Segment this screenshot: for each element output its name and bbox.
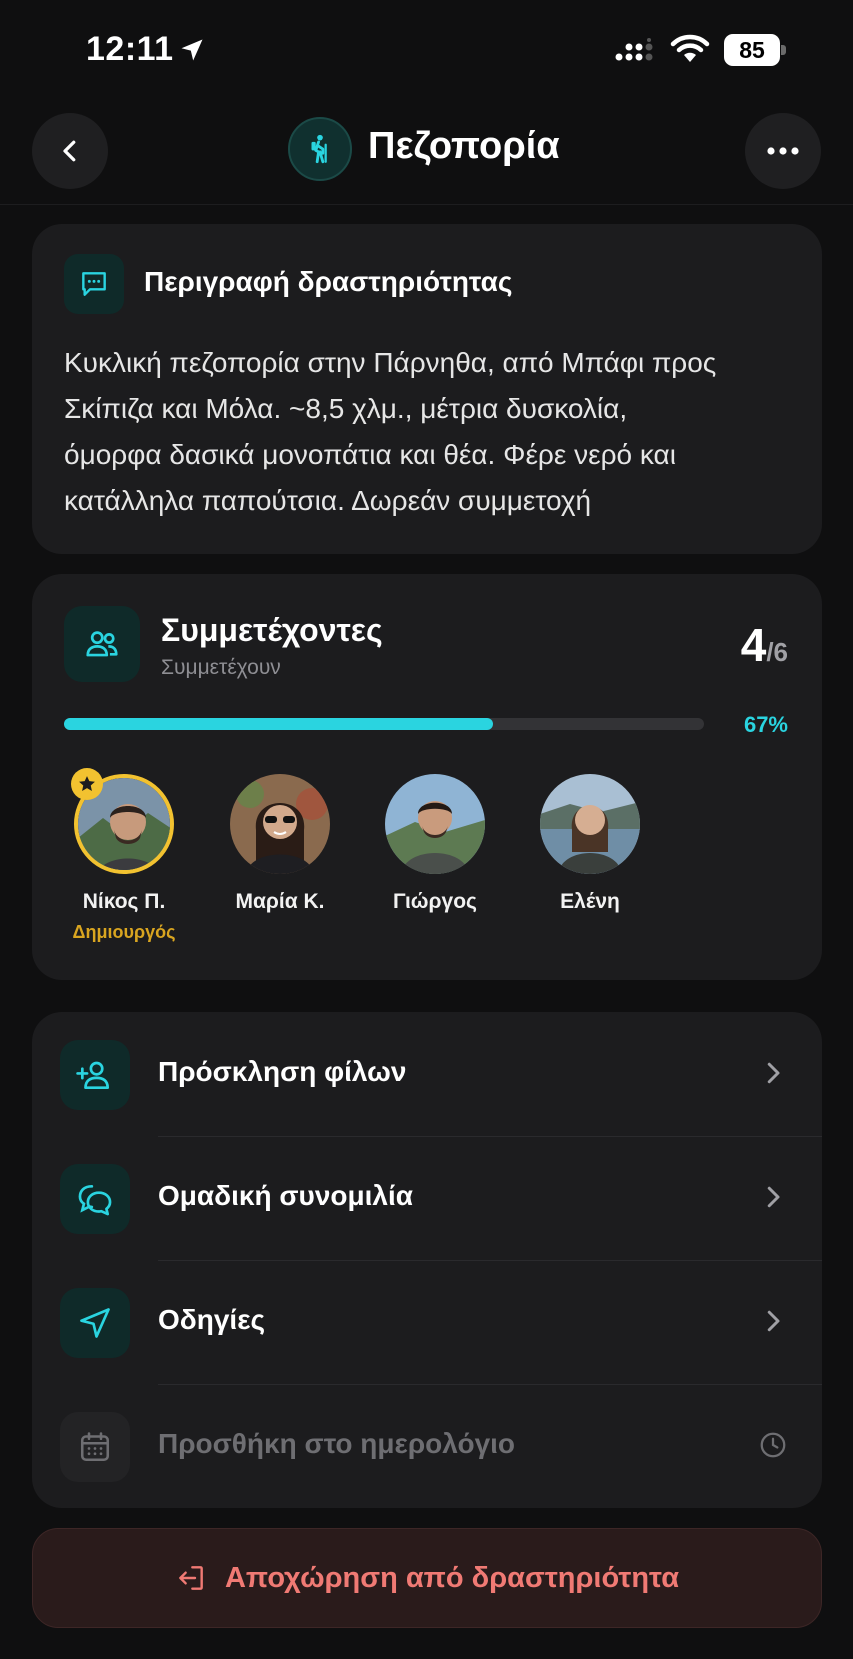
chevron-right-icon: [767, 1062, 780, 1084]
participant-count: 4/6: [741, 618, 788, 672]
status-time: 12:11: [86, 30, 174, 68]
description-line: κατάλληλα παπούτσια. Δωρεάν συμμετοχή: [64, 485, 592, 516]
member-item[interactable]: Μαρία Κ.: [210, 774, 350, 914]
member-item[interactable]: Νίκος Π. Δημιουργός: [54, 774, 194, 943]
status-bar: 12:11 85: [0, 0, 853, 100]
chevron-right-icon: [767, 1186, 780, 1208]
host-star-icon: [71, 768, 103, 800]
directions-icon-box: [60, 1288, 130, 1358]
avatar: [230, 774, 330, 874]
battery-level: 85: [724, 34, 780, 66]
participants-title: Συμμετέχοντες: [161, 612, 383, 648]
member-name: Ελένη: [560, 890, 620, 913]
battery-indicator: 85: [724, 34, 786, 66]
chat-icon-box: [60, 1164, 130, 1234]
activity-icon-badge: [288, 117, 352, 181]
member-name: Γιώργος: [393, 890, 477, 913]
leave-activity-label: Αποχώρηση από δραστηριότητα: [224, 1561, 680, 1594]
description-line: Σκίπιζα και Μόλα. ~8,5 χλμ., μέτρια δυσκ…: [64, 393, 628, 424]
chat-bubbles-icon: [78, 1184, 112, 1216]
directions-label: Οδηγίες: [158, 1304, 266, 1335]
description-line: Κυκλική πεζοπορία στην Πάρνηθα, από Μπάφ…: [64, 347, 717, 378]
description-card: Περιγραφή δραστηριότητας Κυκλική πεζοπορ…: [32, 224, 822, 554]
nav-header: Πεζοπορία: [0, 105, 853, 205]
message-icon: [82, 272, 106, 296]
add-to-calendar-label: Προσθήκη στο ημερολόγιο: [158, 1428, 516, 1459]
back-button[interactable]: [32, 113, 108, 189]
chevron-right-icon: [767, 1310, 780, 1332]
avatar: [385, 774, 485, 874]
participants-subtitle: Συμμετέχουν: [161, 656, 281, 679]
group-chat-row[interactable]: Ομαδική συνομιλία: [32, 1136, 822, 1260]
directions-row[interactable]: Οδηγίες: [32, 1260, 822, 1384]
more-dots-icon: [767, 147, 799, 155]
actions-card: Πρόσκληση φίλων Ομαδική συνομιλία Οδηγίε…: [32, 1012, 822, 1508]
description-text: Κυκλική πεζοπορία στην Πάρνηθα, από Μπάφ…: [64, 340, 794, 524]
location-arrow-icon: [181, 39, 203, 61]
invite-friends-row[interactable]: Πρόσκληση φίλων: [32, 1012, 822, 1136]
participants-percent: 67%: [743, 712, 788, 737]
cellular-signal-icon: [615, 38, 653, 61]
invite-icon-box: [60, 1040, 130, 1110]
add-to-calendar-row: Προσθήκη στο ημερολόγιο: [32, 1384, 822, 1508]
hiking-icon: [311, 134, 327, 164]
participants-card: Συμμετέχοντες Συμμετέχουν 4/6 67% Νίκος …: [32, 574, 822, 980]
exit-icon: [179, 1566, 203, 1590]
description-title: Περιγραφή δραστηριότητας: [144, 266, 513, 297]
participants-progress-bar: [64, 718, 704, 730]
member-name: Νίκος Π.: [82, 890, 166, 913]
wifi-icon: [670, 34, 710, 62]
calendar-icon-box: [60, 1412, 130, 1482]
navigation-arrow-icon: [80, 1308, 110, 1338]
calendar-icon: [80, 1432, 110, 1462]
participants-progress-fill: [64, 718, 493, 730]
member-item[interactable]: Γιώργος: [365, 774, 505, 914]
member-name: Μαρία Κ.: [235, 890, 325, 913]
participant-count-total: /6: [766, 637, 788, 667]
page-title: Πεζοπορία: [368, 125, 560, 167]
leave-activity-button[interactable]: Αποχώρηση από δραστηριότητα: [32, 1528, 822, 1628]
description-line: όμορφα δασικά μονοπάτια και θέα. Φέρε νε…: [64, 439, 676, 470]
avatar: [540, 774, 640, 874]
battery-tip: [781, 45, 786, 55]
participant-count-current: 4: [740, 619, 767, 671]
member-item[interactable]: Ελένη: [520, 774, 660, 914]
description-icon-box: [64, 254, 124, 314]
clock-icon: [760, 1432, 786, 1458]
participants-icon-box: [64, 606, 140, 682]
add-user-icon: [76, 1061, 110, 1090]
invite-friends-label: Πρόσκληση φίλων: [158, 1056, 407, 1087]
users-icon: [86, 631, 118, 657]
group-chat-label: Ομαδική συνομιλία: [158, 1180, 413, 1211]
back-chevron-icon: [63, 140, 76, 162]
member-role: Δημιουργός: [72, 922, 176, 942]
more-options-button[interactable]: [745, 113, 821, 189]
